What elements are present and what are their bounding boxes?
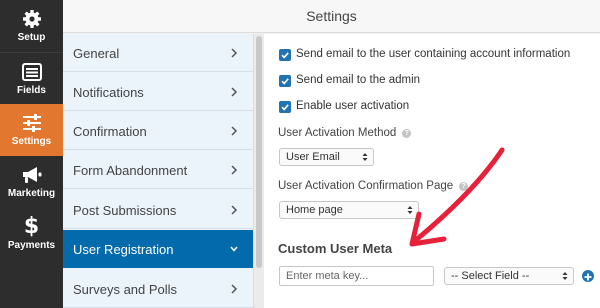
checkbox-label: Enable user activation — [296, 100, 410, 112]
gear-icon — [0, 8, 63, 30]
select-arrows-icon — [562, 272, 568, 280]
chevron-right-icon — [231, 284, 238, 294]
help-icon[interactable]: ? — [402, 129, 412, 138]
activation-method-label: User Activation Method? — [278, 127, 412, 139]
rail-label-marketing: Marketing — [7, 188, 56, 199]
meta-field-select[interactable]: -- Select Field -- — [444, 267, 574, 285]
sliders-icon — [0, 112, 63, 134]
custom-user-meta-heading: Custom User Meta — [278, 241, 393, 256]
panel-scrollbar-thumb[interactable] — [256, 36, 262, 268]
checkbox-checked[interactable] — [279, 101, 291, 113]
chevron-down-icon — [230, 246, 238, 252]
dollar-icon: $ — [23, 214, 40, 239]
activation-method-value: User Email — [286, 151, 340, 163]
subnav-item-label: Notifications — [73, 85, 144, 100]
megaphone-icon — [0, 164, 63, 186]
meta-key-input[interactable] — [279, 266, 434, 286]
builder-sidebar: Setup Fields Settings Marketing $ Paymen… — [0, 0, 63, 308]
rail-label-fields: Fields — [17, 85, 46, 96]
subnav-item-user-registration[interactable]: User Registration — [63, 230, 253, 268]
chevron-right-icon — [231, 48, 238, 58]
select-arrows-icon — [362, 153, 368, 161]
confirmation-page-value: Home page — [286, 204, 343, 216]
list-icon — [0, 61, 63, 83]
select-arrows-icon — [407, 206, 413, 214]
chevron-right-icon — [231, 205, 238, 215]
confirmation-page-label: User Activation Confirmation Page? — [278, 180, 469, 192]
rail-label-payments: Payments — [7, 240, 56, 251]
rail-label-setup: Setup — [17, 32, 46, 43]
top-bar: Settings — [63, 0, 600, 33]
rail-item-fields[interactable]: Fields — [0, 52, 63, 104]
checkbox-checked[interactable] — [279, 75, 291, 87]
settings-subnav: General Notifications Confirmation Form … — [63, 34, 254, 308]
meta-field-value: -- Select Field -- — [451, 270, 530, 282]
confirmation-page-label-text: User Activation Confirmation Page — [278, 180, 454, 192]
subnav-item-surveys-and-polls[interactable]: Surveys and Polls — [63, 270, 253, 308]
subnav-item-label: Post Submissions — [73, 203, 177, 218]
subnav-item-notifications[interactable]: Notifications — [63, 73, 253, 111]
rail-label-settings: Settings — [11, 136, 52, 147]
rail-item-marketing[interactable]: Marketing — [0, 156, 63, 208]
chevron-right-icon — [231, 126, 238, 136]
subnav-item-general[interactable]: General — [63, 34, 253, 72]
subnav-item-form-abandonment[interactable]: Form Abandonment — [63, 151, 253, 189]
subnav-item-label: Form Abandonment — [73, 163, 188, 178]
subnav-item-label: Surveys and Polls — [73, 282, 178, 297]
subnav-item-post-submissions[interactable]: Post Submissions — [63, 191, 253, 229]
checkbox-label: Send email to the user containing accoun… — [296, 48, 571, 60]
subnav-item-label: User Registration — [73, 242, 174, 257]
confirmation-page-select[interactable]: Home page — [279, 201, 419, 219]
rail-item-settings[interactable]: Settings — [0, 104, 63, 156]
subnav-item-label: Confirmation — [73, 124, 147, 139]
page-title: Settings — [306, 8, 357, 24]
checkbox-label: Send email to the admin — [296, 74, 421, 86]
chevron-right-icon — [231, 87, 238, 97]
add-meta-row-icon[interactable] — [582, 270, 594, 282]
activation-method-label-text: User Activation Method — [278, 127, 397, 139]
checkbox-checked[interactable] — [279, 49, 291, 61]
rail-item-setup[interactable]: Setup — [0, 0, 63, 52]
activation-method-select[interactable]: User Email — [279, 148, 374, 166]
chevron-right-icon — [231, 165, 238, 175]
rail-item-payments[interactable]: $ Payments — [0, 208, 63, 260]
subnav-item-confirmation[interactable]: Confirmation — [63, 112, 253, 150]
help-icon[interactable]: ? — [459, 182, 469, 191]
subnav-item-label: General — [73, 46, 120, 61]
